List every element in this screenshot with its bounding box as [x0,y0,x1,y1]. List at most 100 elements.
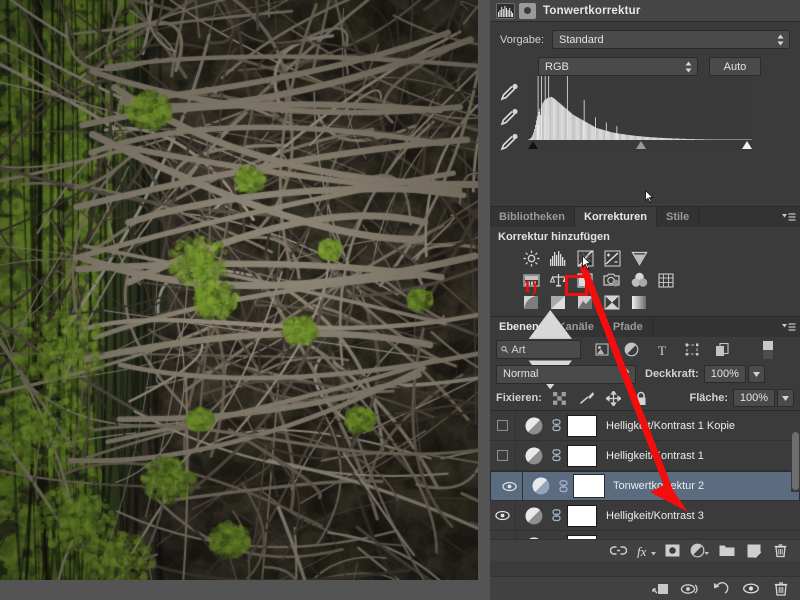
adjustment-thumbnail[interactable] [523,415,545,437]
tabstrip-filler [699,207,778,227]
levels-icon[interactable] [547,248,569,268]
color-lookup-icon[interactable] [655,270,677,290]
brightness-contrast-icon[interactable] [520,248,542,268]
preset-select[interactable]: Standard [552,30,790,49]
table-row[interactable]: Helligkeit/Kontrast 1 [490,440,800,471]
layer-filter-row: Art T [490,309,800,390]
black-input-slider[interactable] [528,141,538,149]
white-input-slider[interactable] [742,141,752,149]
layer-list-scrollbar[interactable] [791,432,800,492]
white-point-eyedropper[interactable] [498,130,520,152]
eyedropper-tools [498,80,524,155]
histogram-chart[interactable] [528,76,752,152]
tabstrip-filler [652,317,778,337]
lock-label: Fixieren: [496,392,542,404]
canvas-bottom-gutter [0,580,478,600]
filter-smartobject-icon[interactable] [709,340,734,360]
tab-bibliotheken[interactable]: Bibliotheken [490,207,576,227]
panel-menu-icon[interactable] [778,317,800,337]
layer-style-fx-icon[interactable]: fx [632,541,659,561]
layer-mask-link-icon[interactable] [549,419,563,432]
auto-button[interactable]: Auto [709,57,761,76]
new-layer-icon[interactable] [740,541,767,561]
blend-mode-select[interactable]: Normal [496,364,636,384]
filter-shape-icon[interactable] [679,340,704,360]
clip-to-layer-icon[interactable] [646,578,676,600]
svg-text:T: T [658,343,666,357]
reset-icon[interactable] [706,578,736,600]
layer-mask-thumbnail[interactable] [567,444,597,467]
layer-name: Helligkeit/Kontrast 1 Kopie [606,419,736,432]
visibility-eye-icon[interactable] [736,578,766,600]
layer-mask-thumbnail[interactable] [567,414,597,437]
fill-dropdown-icon[interactable] [777,389,794,407]
delete-trash-icon[interactable] [766,578,796,600]
adjustments-title: Korrektur hinzufügen [498,231,610,243]
layer-mask-link-icon[interactable] [556,479,570,493]
channel-select[interactable]: RGB [538,57,698,76]
adjustment-thumbnail[interactable] [523,505,545,527]
layer-mask-thumbnail[interactable] [573,474,605,498]
adjustment-thumbnail[interactable] [523,445,545,467]
new-adjustment-icon[interactable] [686,541,713,561]
exposure-icon[interactable] [601,248,623,268]
add-mask-icon[interactable] [659,541,686,561]
fill-value[interactable]: 100% [733,389,775,407]
table-row[interactable]: Tonwertkorrektur 2 [490,471,800,501]
vibrance-icon[interactable] [628,248,650,268]
chevron-updown-icon [777,34,784,45]
panel-menu-icon[interactable] [778,207,800,227]
table-row[interactable]: Helligkeit/Kontrast 1 Kopie [490,410,800,441]
canvas-right-gutter [478,0,490,600]
selective-color-icon[interactable] [601,292,623,312]
layer-visibility-toggle[interactable] [497,471,523,501]
layers-panel: Art T Normal Deckkraft: 100% Fixieren: F… [490,309,800,561]
filter-pixel-icon[interactable] [589,340,614,360]
lock-row: Fixieren: Fläche: 100% [490,386,800,410]
adjustment-thumbnail[interactable] [530,475,552,497]
blend-mode-value: Normal [503,368,539,380]
preview-eye-icon[interactable] [676,578,706,600]
link-layers-icon[interactable] [605,541,632,561]
gradient-map-icon[interactable] [628,292,650,312]
filter-adjustment-icon[interactable] [619,340,644,360]
tab-pfade[interactable]: Pfade [603,317,653,337]
input-levels-slider[interactable] [528,140,752,152]
lock-all-icon[interactable] [630,388,652,408]
gray-input-slider[interactable] [636,141,646,149]
table-row[interactable]: Helligkeit/Kontrast 3 [490,500,800,531]
document-canvas-area [0,0,490,600]
layer-thumbnails [516,504,597,527]
levels-icon [496,2,515,19]
new-group-icon[interactable] [713,541,740,561]
layer-filter-select[interactable]: Art [496,309,581,390]
layer-mask-link-icon[interactable] [549,509,563,522]
opacity-value[interactable]: 100% [703,365,746,383]
tab-korrekturen[interactable]: Korrekturen [575,207,657,227]
photo-forest-branches [0,0,478,580]
annotation-label-1: 1) [523,277,538,296]
filter-type-icon[interactable]: T [649,340,674,360]
lock-image-icon[interactable] [576,388,598,408]
opacity-dropdown-icon[interactable] [747,365,765,383]
layer-visibility-toggle[interactable] [490,500,516,531]
layer-visibility-toggle[interactable] [490,440,516,471]
photo-filter-icon[interactable] [601,270,623,290]
layer-name: Helligkeit/Kontrast 1 [606,449,704,462]
lock-transparency-icon[interactable] [549,388,571,408]
levels-properties-body: Vorgabe: Standard RGB Auto [490,22,800,206]
mouse-cursor-icon-secondary [645,190,654,204]
layer-mask-link-icon[interactable] [549,449,563,462]
tab-stile[interactable]: Stile [656,207,700,227]
lock-position-icon[interactable] [603,388,625,408]
preset-value: Standard [559,33,604,46]
fill-label: Fläche: [689,392,728,404]
layer-visibility-toggle[interactable] [490,410,516,441]
layer-mask-thumbnail[interactable] [567,504,597,527]
black-point-eyedropper[interactable] [498,80,520,102]
gray-point-eyedropper[interactable] [498,105,520,127]
delete-layer-icon[interactable] [767,541,794,561]
filter-toggle-icon[interactable] [755,340,780,360]
channel-mixer-icon[interactable] [628,270,650,290]
adjustment-layer-icon [519,2,536,19]
